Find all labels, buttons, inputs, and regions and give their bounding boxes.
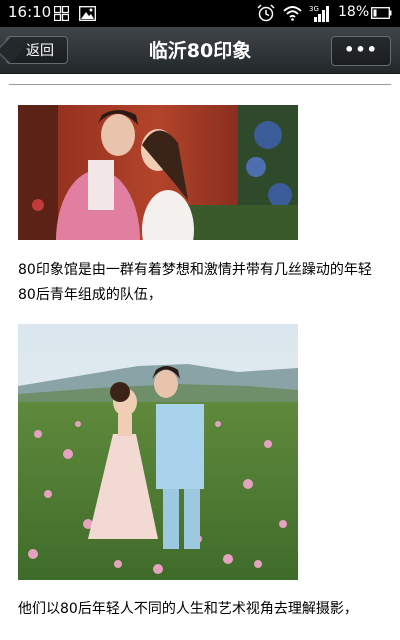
page-title: 临沂80印象 [148,40,252,62]
wifi-icon [283,6,302,21]
back-button[interactable]: 返回 [6,36,68,64]
grid-icon [54,6,69,21]
status-time: 16:10 [8,3,52,21]
wedding-photo-2 [18,324,298,580]
battery-icon [371,7,392,19]
signal-3g-icon: 3G [309,5,329,22]
body-paragraph: 他们以80后年轻人不同的人生和艺术视角去理解摄影， [18,601,358,617]
more-options-button[interactable]: ••• [331,36,391,66]
image-icon [79,6,96,21]
wedding-photo-1 [18,105,298,240]
intro-paragraph: 80印象馆是由一群有着梦想和激情并带有几丝躁动的年轻80后青年组成的队伍， [18,262,372,303]
back-button-label: 返回 [26,43,54,59]
battery-percent: 18% [338,4,370,20]
svg-text:3G: 3G [309,5,319,13]
nav-bar: 返回 临沂80印象 ••• [0,27,400,74]
alarm-icon [257,4,275,22]
status-bar: 16:10 3G 18% [0,0,400,27]
content-divider [9,84,391,85]
